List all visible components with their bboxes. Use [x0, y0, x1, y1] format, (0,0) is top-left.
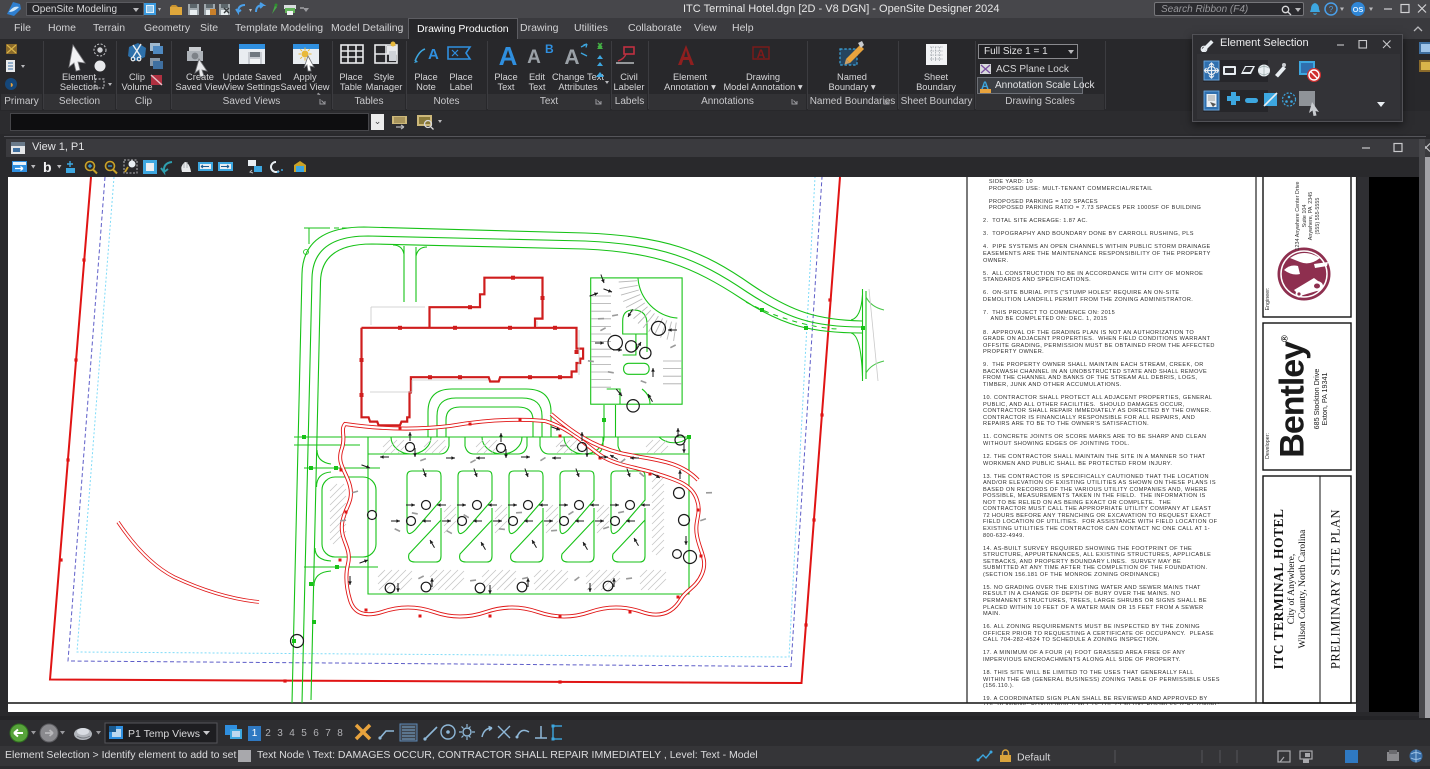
svg-text:B: B: [545, 42, 554, 56]
svg-text:A: A: [564, 46, 579, 69]
svg-text:A: A: [527, 47, 541, 68]
svg-text:OS: OS: [1353, 5, 1364, 14]
svg-text:◑: ◑: [8, 80, 13, 90]
svg-text:b: b: [43, 159, 52, 175]
svg-text:P1 Temp Views: P1 Temp Views: [128, 728, 200, 740]
svg-text:A: A: [499, 41, 518, 71]
svg-text:A: A: [428, 46, 439, 63]
svg-text:A: A: [757, 47, 766, 61]
svg-text:Default: Default: [1017, 752, 1050, 764]
svg-text:?: ?: [1329, 5, 1334, 14]
